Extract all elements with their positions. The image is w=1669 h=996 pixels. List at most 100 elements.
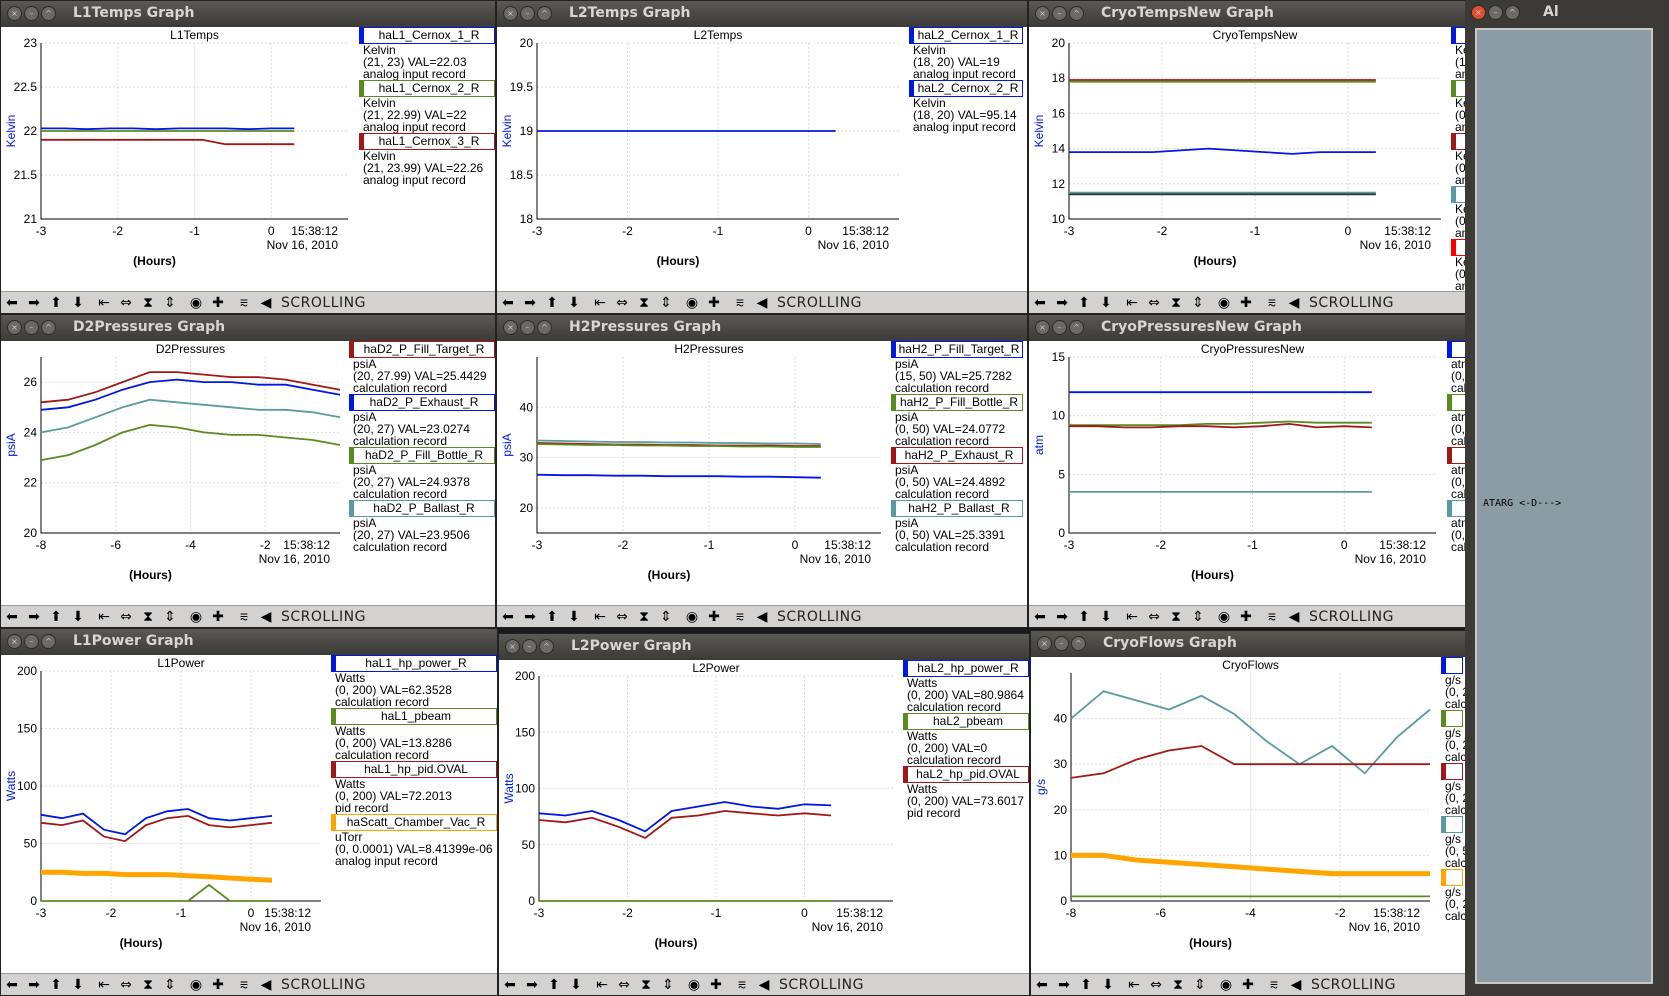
pan-down-button[interactable]: ⬇ [67,607,89,627]
legend-entry[interactable]: haD2_P_Ballast_R psiA (20, 27) VAL=23.9506… [349,500,495,553]
zoom-y-out-button[interactable]: ⇕ [159,293,181,313]
close-icon[interactable]: × [7,6,22,21]
zoom-y-in-button[interactable]: ⧗ [635,975,657,995]
zoom-x-out-button[interactable]: ⇔ [611,607,633,627]
legend-entry[interactable]: haScatt_Chamber_Vac_R uTorr (0, 0.0001) VA… [331,814,497,867]
minimize-icon[interactable]: – [520,320,535,335]
legend-pv-name[interactable]: haD2_P_Exhaust_R [349,394,495,411]
zoom-x-in-button[interactable]: ⇤ [93,293,115,313]
legend-entry[interactable]: haD2_P_Exhaust_R psiA (20, 27) VAL=23.0274… [349,394,495,447]
pan-up-button[interactable]: ⬆ [1073,607,1095,627]
close-icon[interactable]: × [7,320,22,335]
zoom-y-in-button[interactable]: ⧗ [633,293,655,313]
legend-entry[interactable]: haH2_P_Fill_Target_R psiA (15, 50) VAL=25.… [891,341,1023,394]
legend-entry[interactable]: haH2_P_Fill_Bottle_R psiA (0, 50) VAL=24.0… [891,394,1023,447]
window-titlebar[interactable]: × – ^ CryoFlows Graph [1031,631,1467,657]
pan-up-button[interactable]: ⬆ [541,607,563,627]
legend-pv-name[interactable]: haL2_Cernox_2_R [909,80,1023,97]
add-button[interactable]: ✚ [1235,293,1257,313]
zoom-x-out-button[interactable]: ⇔ [115,607,137,627]
legend-entry[interactable]: haL1_Cernox_3_R Kelvin (21, 23.99) VAL=22.… [359,133,495,186]
minimize-icon[interactable]: – [24,6,39,21]
pan-up-button[interactable]: ⬆ [45,975,67,995]
minimize-icon[interactable]: – [24,634,39,649]
scroll-button[interactable]: ◀ [753,975,775,995]
zoom-y-out-button[interactable]: ⇕ [657,975,679,995]
legend-pv-name[interactable]: haL2_Cernox_1_R [909,27,1023,44]
scroll-button[interactable]: ◀ [1283,293,1305,313]
pan-right-button[interactable]: ➡ [1053,975,1075,995]
pan-left-button[interactable]: ⬅ [497,607,519,627]
scale-button[interactable]: ⩳ [729,607,751,627]
zoom-y-in-button[interactable]: ⧗ [633,607,655,627]
zoom-x-out-button[interactable]: ⇔ [611,293,633,313]
close-icon[interactable]: × [1037,636,1052,651]
legend-pv-name[interactable] [1441,763,1463,780]
pan-left-button[interactable]: ⬅ [1031,975,1053,995]
legend-entry[interactable]: haL2_pbeam Watts (0, 200) VAL=0 calculation… [903,713,1029,766]
close-icon[interactable]: × [1035,6,1050,21]
close-icon[interactable]: × [7,634,22,649]
reset-button[interactable]: ◉ [185,975,207,995]
window-titlebar[interactable]: × – ^ L1Power Graph [1,629,497,655]
window-titlebar[interactable]: × – ^ CryoTempsNew Graph [1029,1,1467,27]
legend-entry[interactable]: haH2_P_Exhaust_R psiA (0, 50) VAL=24.4892 c… [891,447,1023,500]
pan-right-button[interactable]: ➡ [23,607,45,627]
maximize-icon[interactable]: ^ [1069,320,1084,335]
zoom-x-in-button[interactable]: ⇤ [93,975,115,995]
window-titlebar[interactable]: × – ^ L2Temps Graph [497,1,1027,27]
pan-left-button[interactable]: ⬅ [497,293,519,313]
zoom-x-in-button[interactable]: ⇤ [1121,293,1143,313]
add-button[interactable]: ✚ [207,975,229,995]
reset-button[interactable]: ◉ [683,975,705,995]
scale-button[interactable]: ⩳ [233,607,255,627]
add-button[interactable]: ✚ [703,607,725,627]
legend-pv-name[interactable]: haL1_Cernox_1_R [359,27,495,44]
reset-button[interactable]: ◉ [681,293,703,313]
legend-pv-name[interactable] [1441,657,1463,674]
zoom-x-out-button[interactable]: ⇔ [1145,975,1167,995]
zoom-y-out-button[interactable]: ⇕ [655,293,677,313]
zoom-x-in-button[interactable]: ⇤ [591,975,613,995]
close-icon[interactable]: × [1035,320,1050,335]
pan-up-button[interactable]: ⬆ [543,975,565,995]
zoom-x-in-button[interactable]: ⇤ [1121,607,1143,627]
zoom-y-out-button[interactable]: ⇕ [655,607,677,627]
legend-entry[interactable]: haL1_hp_power_R Watts (0, 200) VAL=62.3528… [331,655,497,708]
pan-right-button[interactable]: ➡ [519,293,541,313]
legend-pv-name[interactable]: haL1_hp_power_R [331,655,497,672]
pan-right-button[interactable]: ➡ [521,975,543,995]
maximize-icon[interactable]: ^ [41,6,56,21]
window-titlebar[interactable]: × – ^ CryoPressuresNew Graph [1029,315,1467,341]
pan-right-button[interactable]: ➡ [23,975,45,995]
pan-down-button[interactable]: ⬇ [563,607,585,627]
legend-pv-name[interactable]: haL1_pbeam [331,708,497,725]
window-titlebar[interactable]: × – ^ L1Temps Graph [1,1,495,27]
legend-entry[interactable]: haL1_Cernox_1_R Kelvin (21, 23) VAL=22.03 a… [359,27,495,80]
legend-pv-name[interactable]: haD2_P_Ballast_R [349,500,495,517]
scroll-button[interactable]: ◀ [1283,607,1305,627]
legend-entry[interactable]: haL2_Cernox_2_R Kelvin (18, 20) VAL=95.14 a… [909,80,1023,133]
pan-left-button[interactable]: ⬅ [1029,293,1051,313]
pan-up-button[interactable]: ⬆ [1075,975,1097,995]
legend-entry[interactable]: haL2_hp_pid.OVAL Watts (0, 200) VAL=73.601… [903,766,1029,819]
zoom-x-in-button[interactable]: ⇤ [1123,975,1145,995]
scale-button[interactable]: ⩳ [233,975,255,995]
pan-down-button[interactable]: ⬇ [1097,975,1119,995]
pan-right-button[interactable]: ➡ [1051,607,1073,627]
legend-pv-name[interactable]: haL2_hp_power_R [903,660,1029,677]
zoom-x-out-button[interactable]: ⇔ [115,293,137,313]
window-titlebar[interactable]: × – ^ H2Pressures Graph [497,315,1027,341]
minimize-icon[interactable]: – [1052,6,1067,21]
zoom-x-out-button[interactable]: ⇔ [1143,607,1165,627]
zoom-x-in-button[interactable]: ⇤ [93,607,115,627]
legend-pv-name[interactable]: haL1_Cernox_2_R [359,80,495,97]
legend-entry[interactable]: g/s (0, 2 calc [1441,710,1467,763]
pan-right-button[interactable]: ➡ [23,293,45,313]
pan-down-button[interactable]: ⬇ [563,293,585,313]
zoom-x-in-button[interactable]: ⇤ [589,293,611,313]
pan-up-button[interactable]: ⬆ [541,293,563,313]
legend-entry[interactable]: g/s (0, 2 calc [1441,763,1467,816]
reset-button[interactable]: ◉ [1213,293,1235,313]
pan-down-button[interactable]: ⬇ [67,975,89,995]
